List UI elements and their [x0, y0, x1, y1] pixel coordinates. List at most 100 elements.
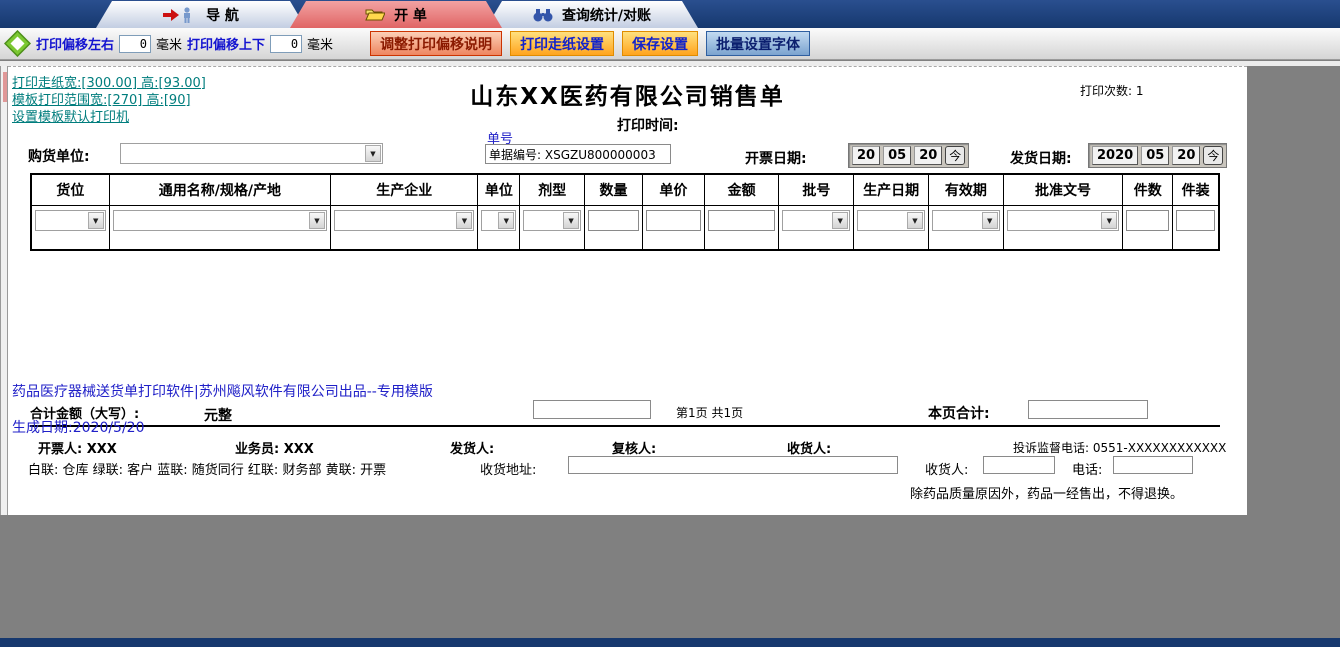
combo-dropdown-button[interactable]: ▼ [498, 212, 514, 229]
combo-dropdown-button[interactable]: ▼ [832, 212, 848, 229]
invoice-date-today-button[interactable]: 今 [945, 146, 965, 165]
paper-feed-settings-button[interactable]: 打印走纸设置 [510, 31, 614, 56]
print-time-label: 打印时间: [617, 115, 679, 135]
offset-ud-input[interactable] [270, 35, 302, 53]
production-date-combo[interactable]: ▼ [857, 210, 925, 231]
cell-production-date: ▼ [854, 206, 929, 249]
combo-dropdown-button[interactable]: ▼ [456, 212, 472, 229]
cell-package-size [1173, 206, 1218, 249]
summary-divider [30, 425, 1220, 427]
cell-unit: ▼ [478, 206, 520, 249]
tab-label: 导 航 [206, 5, 239, 25]
batch-font-settings-button[interactable]: 批量设置字体 [706, 31, 810, 56]
ship-date-label: 发货日期: [1010, 148, 1072, 168]
slot-combo[interactable]: ▼ [35, 210, 106, 231]
approval-no-combo[interactable]: ▼ [1007, 210, 1120, 231]
print-count: 打印次数: 1 [1080, 82, 1144, 99]
diamond-nav-icon [4, 30, 31, 57]
address-input[interactable] [568, 456, 898, 474]
ship-date-part-2[interactable]: 20 [1172, 146, 1200, 165]
items-table: 货位通用名称/规格/产地生产企业单位剂型数量单价金额批号生产日期有效期批准文号件… [30, 173, 1220, 251]
invoice-date-part-2[interactable]: 20 [914, 146, 942, 165]
column-header-dosage-form: 剂型 [520, 175, 585, 205]
column-header-slot: 货位 [32, 175, 110, 205]
cell-amount [705, 206, 780, 249]
column-header-approval-no: 批准文号 [1004, 175, 1124, 205]
cell-quantity [585, 206, 643, 249]
package-size-input[interactable] [1176, 210, 1215, 231]
receiver2-label: 收货人: [925, 459, 968, 478]
splitter-accent [3, 72, 7, 102]
combo-dropdown-button[interactable]: ▼ [1101, 212, 1117, 229]
invoice-date-part-1[interactable]: 05 [883, 146, 911, 165]
receiver2-input[interactable] [983, 456, 1055, 474]
column-header-packages: 件数 [1123, 175, 1173, 205]
copies-legend: 白联: 仓库 绿联: 客户 蓝联: 随货同行 红联: 财务部 黄联: 开票 [28, 459, 386, 478]
offset-ud-label: 打印偏移上下 [187, 34, 265, 53]
print-count-value: 1 [1136, 84, 1144, 98]
phone-input[interactable] [1113, 456, 1193, 474]
ship-date-part-0[interactable]: 2020 [1092, 146, 1138, 165]
offset-ud-unit: 毫米 [307, 34, 333, 53]
column-header-amount: 金额 [705, 175, 780, 205]
address-label: 收货地址: [480, 459, 536, 478]
tab-create-order[interactable]: 开 单 [290, 1, 502, 28]
nav-arrow-person-icon [163, 7, 197, 23]
ship-date-today-button[interactable]: 今 [1203, 146, 1223, 165]
combo-dropdown-button[interactable]: ▼ [907, 212, 923, 229]
unit-combo[interactable]: ▼ [481, 210, 516, 231]
combo-dropdown-button[interactable]: ▼ [365, 145, 381, 162]
table-header-row: 货位通用名称/规格/产地生产企业单位剂型数量单价金额批号生产日期有效期批准文号件… [32, 175, 1218, 206]
buyer-combo[interactable]: ▼ [120, 143, 383, 164]
amount-input[interactable] [708, 210, 776, 231]
offset-lr-input[interactable] [119, 35, 151, 53]
tab-label: 开 单 [394, 5, 427, 25]
complaint-phone: 投诉监督电话: 0551-XXXXXXXXXXXX [1013, 439, 1226, 456]
page-info: 第1页 共1页 [676, 404, 743, 421]
combo-dropdown-button[interactable]: ▼ [88, 212, 104, 229]
page-total-label: 本页合计: [928, 403, 990, 423]
invoice-date-picker[interactable]: 200520今 [848, 143, 969, 168]
document-page: 打印走纸宽:[300.00] 高:[93.00] 模板打印范围宽:[270] 高… [8, 66, 1247, 515]
adjust-offset-help-button[interactable]: 调整打印偏移说明 [370, 31, 502, 56]
combo-dropdown-button[interactable]: ▼ [309, 212, 325, 229]
column-header-manufacturer: 生产企业 [331, 175, 479, 205]
dosage-form-combo[interactable]: ▼ [523, 210, 581, 231]
tab-navigation[interactable]: 导 航 [96, 1, 306, 28]
tab-query-statistics[interactable]: 查询统计/对账 [486, 1, 698, 28]
left-splitter[interactable] [0, 66, 8, 515]
total-caps-input[interactable] [533, 400, 651, 419]
expiry-date-combo[interactable]: ▼ [932, 210, 1000, 231]
total-caps-suffix: 元整 [204, 405, 232, 425]
offset-lr-label: 打印偏移左右 [36, 34, 114, 53]
save-settings-button[interactable]: 保存设置 [622, 31, 698, 56]
no-return-notice: 除药品质量原因外，药品一经售出，不得退换。 [910, 483, 1183, 502]
batch-no-combo[interactable]: ▼ [782, 210, 850, 231]
invoice-date-part-0[interactable]: 20 [852, 146, 880, 165]
quantity-input[interactable] [588, 210, 639, 231]
column-header-batch-no: 批号 [779, 175, 854, 205]
manufacturer-combo[interactable]: ▼ [334, 210, 475, 231]
ship-date-picker[interactable]: 20200520今 [1088, 143, 1227, 168]
cell-packages [1123, 206, 1173, 249]
column-header-unit-price: 单价 [643, 175, 705, 205]
page-title: 山东XX医药有限公司销售单 [8, 77, 1247, 111]
doc-no-input[interactable] [485, 144, 671, 164]
print-toolbar: 打印偏移左右 毫米 打印偏移上下 毫米 调整打印偏移说明 打印走纸设置 保存设置… [0, 28, 1340, 60]
ship-date-part-1[interactable]: 05 [1141, 146, 1169, 165]
software-credit-line: 药品医疗器械送货单打印软件|苏州飚风软件有限公司出品--专用模版 [12, 381, 433, 401]
tab-label: 查询统计/对账 [562, 5, 651, 25]
generic-name-combo[interactable]: ▼ [113, 210, 327, 231]
packages-input[interactable] [1126, 210, 1169, 231]
combo-dropdown-button[interactable]: ▼ [563, 212, 579, 229]
combo-dropdown-button[interactable]: ▼ [982, 212, 998, 229]
cell-batch-no: ▼ [779, 206, 854, 249]
binoculars-icon [533, 8, 553, 22]
invoice-date-label: 开票日期: [745, 148, 807, 168]
unit-price-input[interactable] [646, 210, 701, 231]
phone-label: 电话: [1072, 459, 1102, 478]
shipper-label: 发货人: [450, 438, 494, 457]
receiver-label: 收货人: [787, 438, 831, 457]
page-total-input[interactable] [1028, 400, 1148, 419]
app-window: 导 航 开 单 查询统计/对账 打印偏移左右 毫米 [0, 0, 1340, 647]
